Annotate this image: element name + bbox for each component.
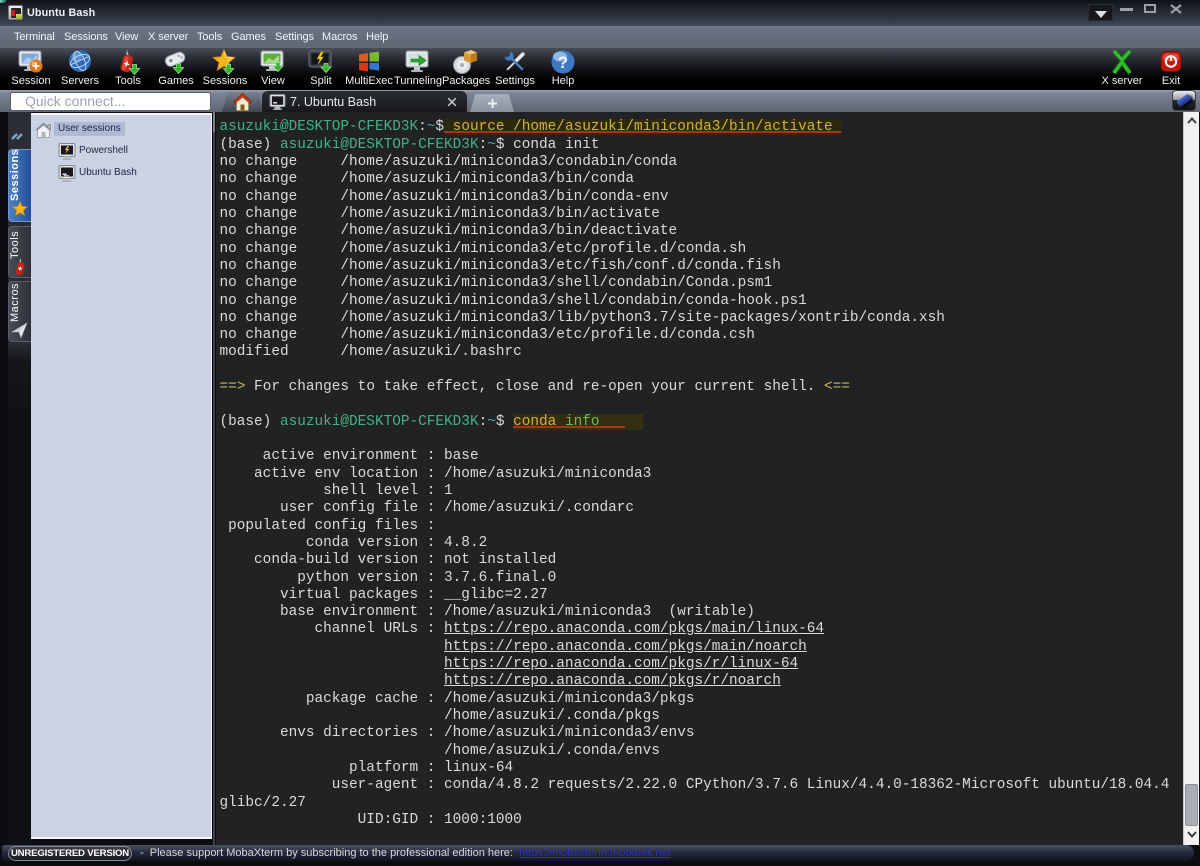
svg-text:?: ? bbox=[558, 53, 568, 72]
